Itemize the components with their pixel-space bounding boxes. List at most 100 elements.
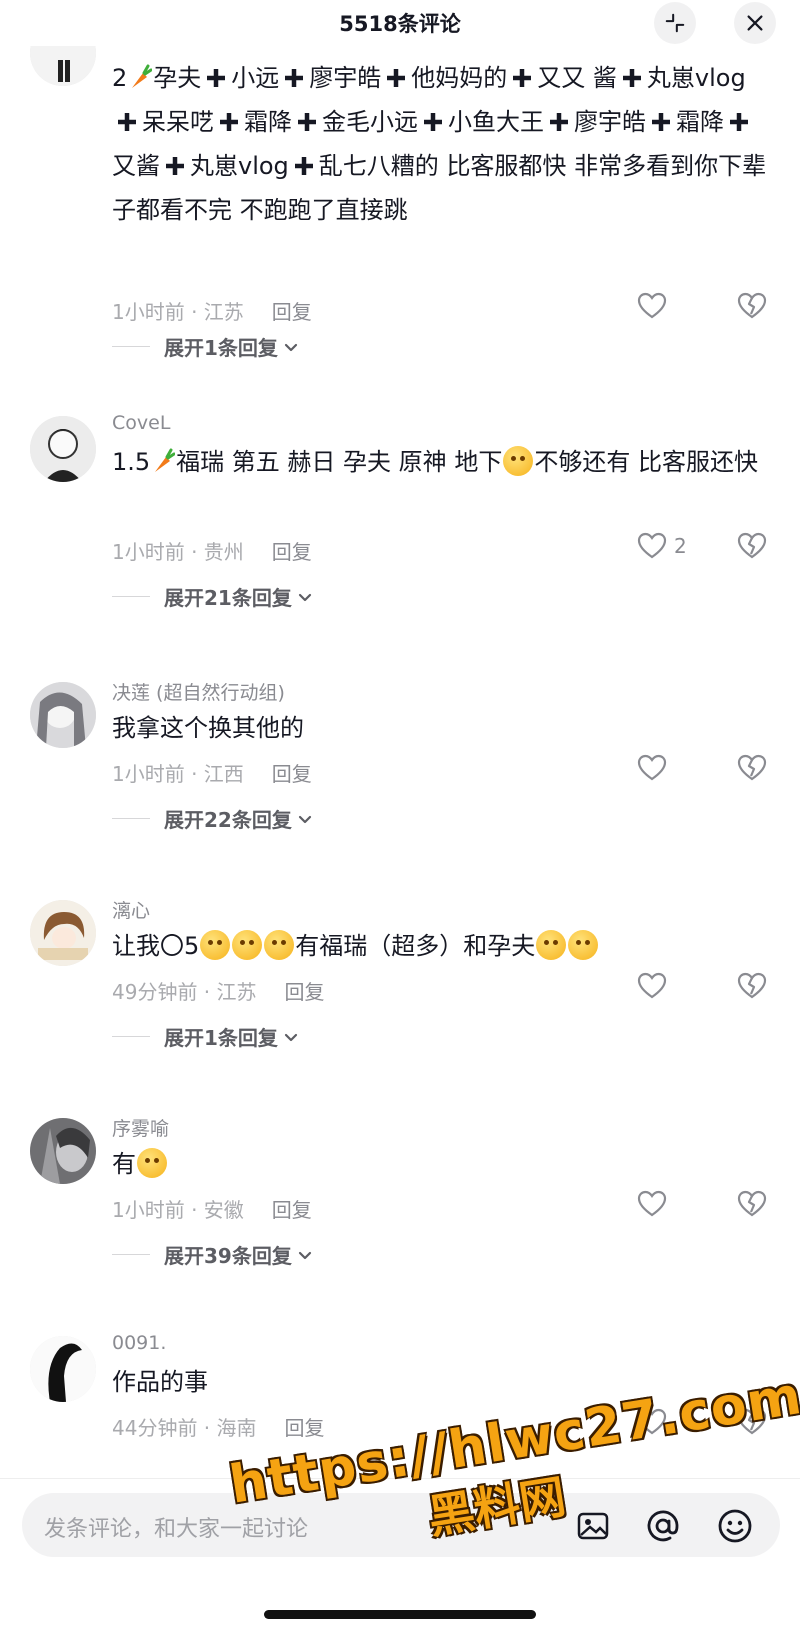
comment-meta: 1小时前 · 江西 回复 bbox=[112, 758, 312, 787]
dislike-button[interactable] bbox=[736, 970, 768, 1002]
heart-icon bbox=[637, 1190, 667, 1217]
broken-heart-icon bbox=[737, 754, 767, 781]
comment-meta: 49分钟前 · 江苏 回复 bbox=[112, 976, 325, 1005]
comment-meta: 1小时前 · 江苏 回复 bbox=[112, 296, 312, 325]
collapse-button[interactable] bbox=[654, 2, 696, 44]
comment-meta: 44分钟前 · 海南 回复 bbox=[112, 1412, 325, 1441]
expand-replies-button[interactable]: 展开1条回复 bbox=[112, 1022, 300, 1051]
like-button[interactable]: 2 bbox=[636, 530, 687, 562]
avatar[interactable] bbox=[30, 900, 96, 966]
comment-text: 1.5 福瑞 第五 赫日 孕夫 原神 地下 不够还有 比客服还快 bbox=[112, 446, 758, 476]
plus-icon bbox=[294, 157, 313, 175]
heart-icon bbox=[637, 972, 667, 999]
carrot-icon bbox=[155, 448, 176, 472]
username[interactable]: 序雾喻 bbox=[112, 1114, 169, 1141]
emoji-icon[interactable] bbox=[716, 1507, 754, 1545]
like-button[interactable] bbox=[636, 1406, 674, 1438]
expand-replies-button[interactable]: 展开39条回复 bbox=[112, 1240, 314, 1269]
dislike-button[interactable] bbox=[736, 290, 768, 322]
username[interactable]: CoveL bbox=[112, 412, 170, 434]
heart-icon bbox=[637, 754, 667, 781]
like-button[interactable] bbox=[636, 290, 674, 322]
reply-button[interactable]: 回复 bbox=[285, 980, 325, 1004]
plus-icon bbox=[166, 157, 184, 175]
comment-input[interactable]: 发条评论，和大家一起讨论 bbox=[22, 1493, 780, 1557]
star-eyes-emoji-icon bbox=[232, 930, 263, 960]
reply-button[interactable]: 回复 bbox=[272, 300, 312, 324]
sheep-emoji-icon bbox=[137, 1148, 167, 1178]
reply-button[interactable]: 回复 bbox=[272, 1198, 312, 1222]
plus-icon bbox=[118, 113, 136, 131]
crying-emoji-icon bbox=[503, 446, 534, 476]
plus-icon bbox=[513, 69, 532, 87]
comment-time-location: 1小时前 · 江西 bbox=[112, 762, 244, 786]
comment-input-placeholder: 发条评论，和大家一起讨论 bbox=[44, 1517, 309, 1542]
dislike-button[interactable] bbox=[736, 1188, 768, 1220]
star-eyes-emoji-icon bbox=[200, 930, 231, 960]
heart-icon bbox=[637, 292, 667, 319]
like-button[interactable] bbox=[636, 970, 674, 1002]
broken-heart-icon bbox=[737, 1190, 767, 1217]
expand-replies-button[interactable]: 展开22条回复 bbox=[112, 804, 314, 833]
plus-icon bbox=[387, 69, 406, 87]
divider bbox=[112, 818, 150, 819]
reply-button[interactable]: 回复 bbox=[272, 540, 312, 564]
dislike-button[interactable] bbox=[736, 530, 768, 562]
username[interactable]: 0091. bbox=[112, 1332, 166, 1354]
broken-heart-icon bbox=[737, 292, 767, 319]
comment-time-location: 1小时前 · 安徽 bbox=[112, 1198, 244, 1222]
close-button[interactable] bbox=[734, 2, 776, 44]
comment-time-location: 1小时前 · 贵州 bbox=[112, 540, 244, 564]
like-count: 2 bbox=[674, 534, 687, 558]
chevron-down-icon bbox=[298, 1251, 311, 1259]
plus-icon bbox=[298, 113, 316, 131]
plus-icon bbox=[730, 113, 748, 131]
dislike-button[interactable] bbox=[736, 1406, 768, 1438]
comment-time-location: 1小时前 · 江苏 bbox=[112, 300, 244, 324]
comment-text: 让我〇5 有福瑞（超多）和孕夫 bbox=[112, 924, 772, 968]
plus-icon bbox=[220, 113, 238, 131]
chevron-down-icon bbox=[298, 593, 311, 601]
broken-heart-icon bbox=[737, 972, 767, 999]
chevron-down-icon bbox=[298, 815, 311, 823]
username[interactable]: 漓心 bbox=[112, 896, 150, 923]
reply-button[interactable]: 回复 bbox=[285, 1416, 325, 1440]
plus-icon bbox=[285, 69, 304, 87]
image-icon[interactable] bbox=[574, 1507, 612, 1545]
home-indicator bbox=[264, 1610, 536, 1619]
username[interactable]: 决莲 (超自然行动组) bbox=[112, 678, 285, 705]
like-button[interactable] bbox=[636, 1188, 674, 1220]
chevron-down-icon bbox=[284, 343, 298, 351]
broken-heart-icon bbox=[737, 1408, 767, 1435]
like-button[interactable] bbox=[636, 752, 674, 784]
avatar[interactable] bbox=[30, 416, 96, 482]
at-mention-icon[interactable] bbox=[644, 1507, 682, 1545]
plus-icon bbox=[424, 113, 442, 131]
heart-icon bbox=[637, 1408, 667, 1435]
dislike-button[interactable] bbox=[736, 752, 768, 784]
avatar[interactable] bbox=[30, 1118, 96, 1184]
comment-time-location: 44分钟前 · 海南 bbox=[112, 1416, 257, 1440]
carrot-icon bbox=[132, 64, 153, 88]
expand-replies-button[interactable]: 展开21条回复 bbox=[112, 582, 314, 611]
plus-icon bbox=[652, 113, 670, 131]
comment-text: 2 孕夫 小远 廖宇皓 他妈妈的 又又 酱丸崽vlog呆呆呓 霜降 金毛小远 小鱼大王 廖宇皓 霜降… bbox=[112, 64, 767, 224]
avatar[interactable] bbox=[30, 1336, 96, 1402]
plus-icon bbox=[550, 113, 568, 131]
divider bbox=[112, 346, 150, 347]
plus-icon bbox=[622, 69, 641, 87]
comment-input-bar: 发条评论，和大家一起讨论 bbox=[0, 1478, 800, 1634]
star-eyes-emoji-icon bbox=[264, 930, 295, 960]
heart-icon bbox=[637, 532, 667, 559]
collapse-icon bbox=[665, 13, 685, 33]
rolling-eyes-emoji-icon bbox=[568, 930, 599, 960]
divider bbox=[112, 596, 150, 597]
expand-replies-button[interactable]: 展开1条回复 bbox=[112, 332, 300, 361]
divider bbox=[112, 1254, 150, 1255]
avatar[interactable] bbox=[30, 682, 96, 748]
rolling-eyes-emoji-icon bbox=[536, 930, 567, 960]
comments-header: 5518条评论 bbox=[0, 0, 800, 46]
comment-time-location: 49分钟前 · 江苏 bbox=[112, 980, 257, 1004]
reply-button[interactable]: 回复 bbox=[272, 762, 312, 786]
comment-meta: 1小时前 · 安徽 回复 bbox=[112, 1194, 312, 1223]
